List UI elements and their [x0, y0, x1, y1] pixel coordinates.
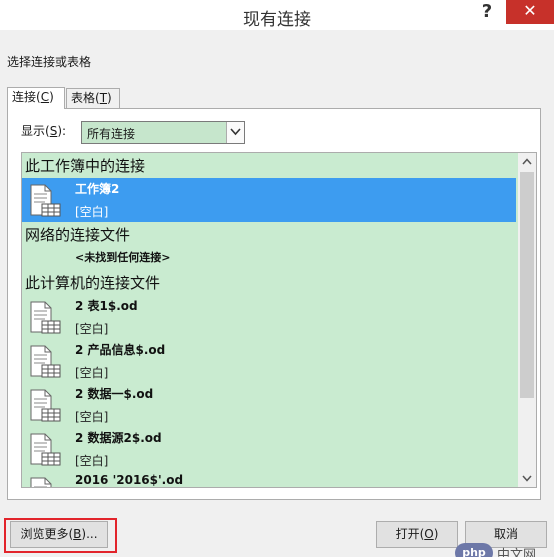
connection-list[interactable]: 此工作簿中的连接 工作簿2 [空白] 网络的连接文件 <未找到任何连接> 此计算… [21, 152, 537, 488]
scroll-down-icon[interactable] [518, 470, 536, 487]
prompt-label: 选择连接或表格 [7, 55, 92, 69]
highlight-box [4, 518, 117, 553]
list-item[interactable]: 2016 '2016$'.od [22, 471, 516, 487]
section-network-connections: 网络的连接文件 [25, 226, 131, 244]
data-file-icon [30, 301, 62, 339]
section-workbook-connections: 此工作簿中的连接 [25, 157, 146, 175]
scroll-up-icon[interactable] [518, 153, 536, 170]
php-logo: php [455, 543, 493, 557]
connection-description: [空白] [75, 322, 109, 336]
scrollbar-thumb[interactable] [520, 172, 534, 398]
connection-name: 2016 '2016$'.od [75, 473, 184, 487]
connection-list-content: 此工作簿中的连接 工作簿2 [空白] 网络的连接文件 <未找到任何连接> 此计算… [22, 153, 516, 487]
open-button[interactable]: 打开(O) [376, 521, 458, 548]
data-file-icon [30, 433, 62, 471]
connection-description: [空白] [75, 410, 109, 424]
connection-description: [空白] [75, 205, 109, 219]
list-item[interactable]: 工作簿2 [空白] [22, 178, 516, 222]
connection-name: 2 表1$.od [75, 299, 138, 313]
data-file-icon [30, 477, 62, 487]
existing-connections-dialog: 选择连接或表格 连接(C) 表格(T) 显示(S): 所有连接 此工作簿中的连接… [0, 30, 554, 557]
list-item[interactable]: 2 数据源2$.od [空白] [22, 427, 516, 471]
tab-tables[interactable]: 表格(T) [66, 88, 120, 109]
connection-description: [空白] [75, 454, 109, 468]
data-file-icon [30, 184, 62, 222]
connection-name: 2 产品信息$.od [75, 343, 166, 357]
show-label: 显示(S): [21, 124, 67, 138]
title-bar: 现有连接 ? ✕ [0, 0, 554, 30]
watermark: php 中文网 [455, 540, 550, 557]
data-file-icon [30, 389, 62, 427]
list-item[interactable]: 2 数据一$.od [空白] [22, 383, 516, 427]
list-item[interactable]: 2 产品信息$.od [空白] [22, 339, 516, 383]
show-filter-select[interactable]: 所有连接 [81, 121, 245, 144]
connections-panel: 显示(S): 所有连接 此工作簿中的连接 工作簿2 [空白] 网络的连接文件 <… [7, 108, 541, 500]
tab-connections[interactable]: 连接(C) [7, 87, 65, 109]
connection-name: 工作簿2 [75, 182, 120, 196]
connection-name: 2 数据一$.od [75, 387, 154, 401]
watermark-text: 中文网 [497, 548, 537, 557]
close-button[interactable]: ✕ [506, 0, 554, 24]
vertical-scrollbar[interactable] [518, 153, 536, 487]
data-file-icon [30, 345, 62, 383]
window-title: 现有连接 [243, 10, 311, 30]
help-button[interactable]: ? [475, 0, 499, 24]
section-computer-connections: 此计算机的连接文件 [25, 274, 161, 292]
chevron-down-icon[interactable] [226, 122, 244, 143]
connection-name: 2 数据源2$.od [75, 431, 162, 445]
show-filter-value: 所有连接 [87, 127, 136, 141]
connection-description: [空白] [75, 366, 109, 380]
no-connections-note: <未找到任何连接> [75, 251, 171, 264]
list-item[interactable]: 2 表1$.od [空白] [22, 295, 516, 339]
